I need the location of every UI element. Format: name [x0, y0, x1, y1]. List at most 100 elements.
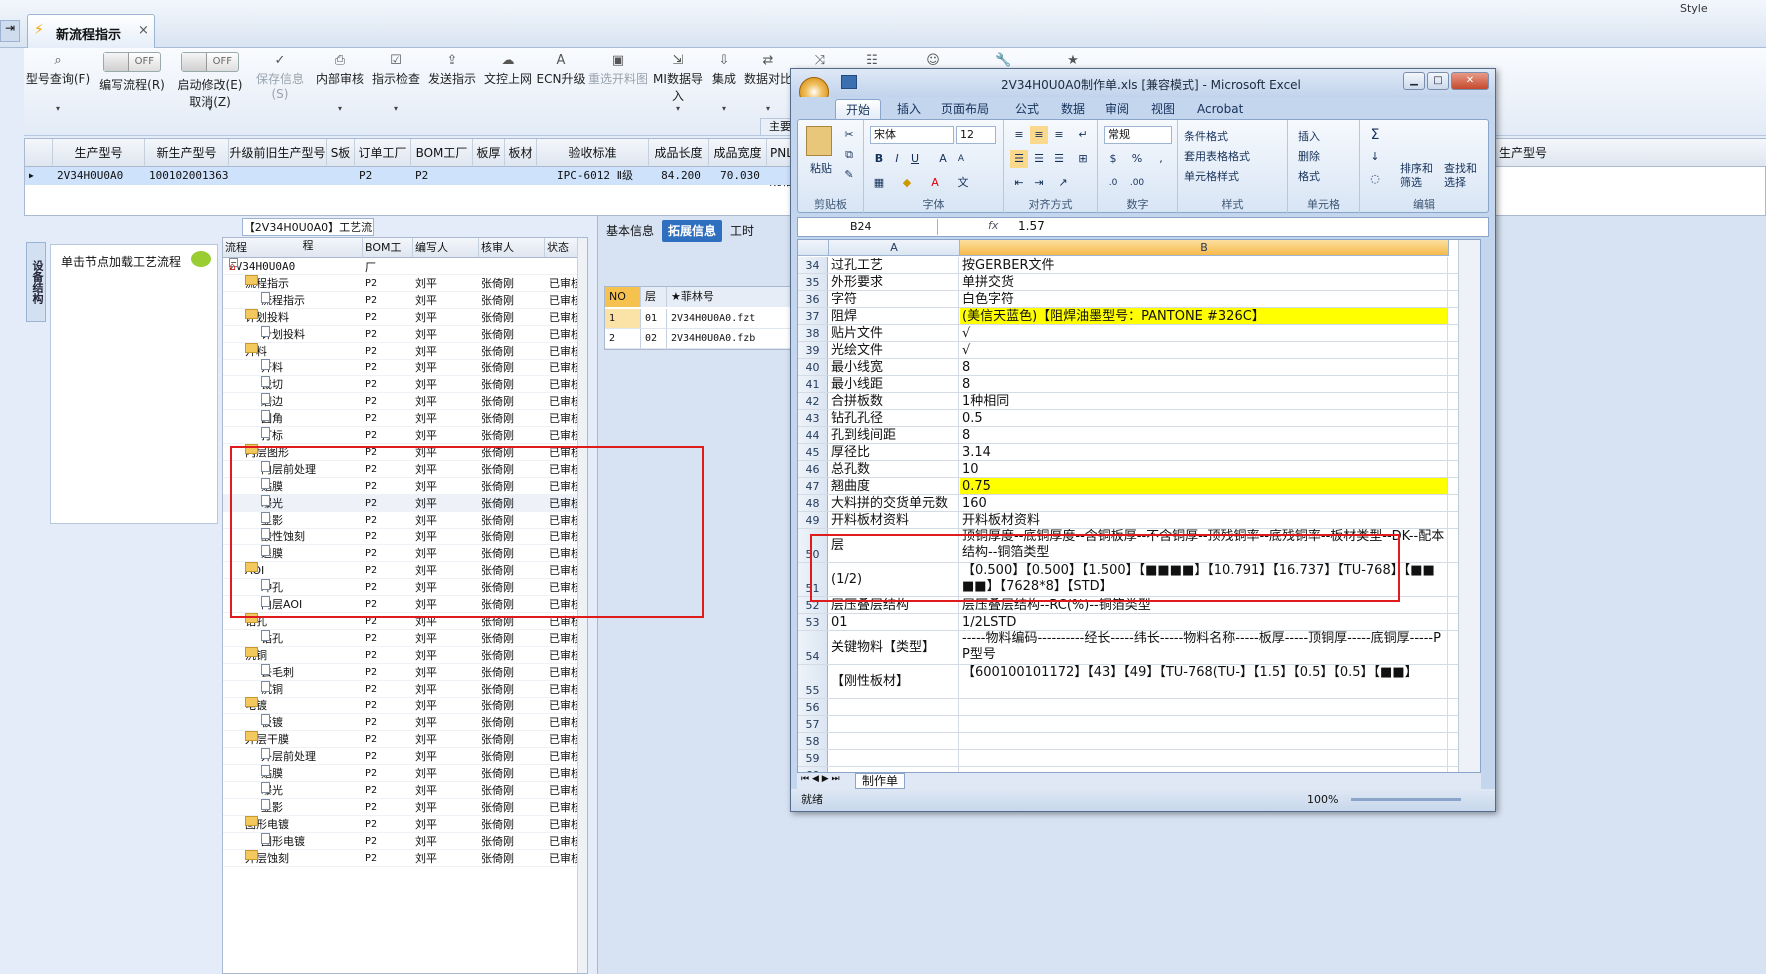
- sort-filter-button[interactable]: 排序和 筛选: [1400, 162, 1433, 190]
- ribbon-button-11[interactable]: ⇩ 集成 ▾: [706, 48, 742, 136]
- align-middle-icon[interactable]: ≡: [1030, 126, 1048, 144]
- cell-b[interactable]: 顶铜厚度--底铜厚度--含铜板厚--不含铜厚--顶残铜率--底残铜率--板材类型…: [960, 529, 1448, 562]
- cell-a[interactable]: 翘曲度: [829, 478, 959, 494]
- style-dropdown[interactable]: Style: [1680, 2, 1708, 15]
- tree-node[interactable]: 酸性蚀刻: [223, 528, 361, 545]
- fill-color-icon[interactable]: ◆: [898, 174, 916, 192]
- tree-row[interactable]: 显影 P2 刘平 张倚刚 已审核: [223, 511, 579, 529]
- tree-node[interactable]: 内层AOI: [223, 596, 361, 613]
- tree-row[interactable]: 外层前处理 P2 刘平 张倚刚 已审核: [223, 748, 579, 766]
- sheet-row[interactable]: 46 总孔数 10: [798, 461, 1458, 478]
- column-header[interactable]: 成品长度: [649, 139, 709, 167]
- tree-row[interactable]: 酸性蚀刻 P2 刘平 张倚刚 已审核: [223, 528, 579, 546]
- row-number[interactable]: 56: [798, 699, 828, 715]
- tree-node[interactable]: 图形电镀: [223, 832, 361, 850]
- sheet-row[interactable]: 58: [798, 733, 1458, 750]
- tree-node[interactable]: 开料: [223, 359, 361, 376]
- cell-a[interactable]: 外形要求: [829, 274, 959, 290]
- cell-b[interactable]: √: [960, 342, 1448, 358]
- tree-node[interactable]: 曝光: [223, 781, 361, 799]
- tree-node[interactable]: 外层前处理: [223, 748, 361, 765]
- cell-a[interactable]: 厚径比: [829, 444, 959, 460]
- cell-a[interactable]: 【刚性板材】: [829, 665, 959, 698]
- align-top-icon[interactable]: ≡: [1010, 126, 1028, 144]
- excel-tab[interactable]: Acrobat: [1187, 99, 1253, 119]
- sheet-row[interactable]: 50 层顶铜厚度--底铜厚度--含铜板厚--不含铜厚--顶残铜率--底残铜率--板…: [798, 529, 1458, 563]
- row-number[interactable]: 45: [798, 444, 828, 460]
- excel-tab[interactable]: 数据: [1051, 99, 1095, 119]
- tab-work-hours[interactable]: 工时: [724, 220, 760, 242]
- cell-b[interactable]: 开料板材资料: [960, 512, 1448, 528]
- column-header[interactable]: 新生产型号: [145, 139, 229, 167]
- column-header[interactable]: 板厚: [473, 139, 505, 167]
- format-painter-icon[interactable]: ✎: [840, 166, 858, 184]
- toggle-switch[interactable]: OFF: [103, 52, 161, 72]
- table-format-button[interactable]: 套用表格格式: [1184, 148, 1250, 164]
- tree-node[interactable]: 计划投料: [223, 325, 361, 343]
- cell-a[interactable]: 阻焊: [829, 308, 959, 324]
- ribbon-button-3[interactable]: ✓ 保存信息(S): [248, 48, 312, 136]
- cell-b[interactable]: 0.5: [960, 410, 1448, 426]
- cell-a[interactable]: 光绘文件: [829, 342, 959, 358]
- ribbon-button-6[interactable]: ⇪ 发送指示: [424, 48, 480, 136]
- sum-icon[interactable]: Σ: [1366, 126, 1384, 144]
- tree-node[interactable]: 钻孔: [223, 629, 361, 647]
- tree-column-header[interactable]: 编写人: [413, 238, 479, 258]
- tree-row[interactable]: −钻孔 P2 刘平 张倚刚 已审核: [223, 612, 579, 630]
- tab-basic-info[interactable]: 基本信息: [600, 220, 660, 242]
- delete-button[interactable]: 删除: [1298, 148, 1320, 164]
- row-number[interactable]: 43: [798, 410, 828, 426]
- sheet-row[interactable]: 48 大料拼的交货单元数 160: [798, 495, 1458, 512]
- tree-row[interactable]: −图形电镀 P2 刘平 张倚刚 已审核: [223, 815, 579, 833]
- minimize-button[interactable]: ▁: [1403, 72, 1425, 90]
- orientation-icon[interactable]: ↗: [1054, 174, 1072, 192]
- formula-input[interactable]: 1.57: [1018, 219, 1045, 233]
- film-cell[interactable]: 01: [641, 309, 667, 329]
- tree-node[interactable]: 退膜: [223, 545, 361, 562]
- cell-a[interactable]: 最小线距: [829, 376, 959, 392]
- align-right-icon[interactable]: ☰: [1050, 150, 1068, 168]
- cell-b[interactable]: 单拼交货: [960, 274, 1448, 290]
- column-header[interactable]: 订单工厂: [355, 139, 411, 167]
- align-center-icon[interactable]: ☰: [1030, 150, 1048, 168]
- tree-row[interactable]: 贴膜 P2 刘平 张倚刚 已审核: [223, 765, 579, 782]
- ribbon-button-2[interactable]: OFF 启动修改(E) 取消(Z) ▾: [172, 48, 248, 136]
- cell-a[interactable]: 钻孔孔径: [829, 410, 959, 426]
- dropdown-arrow-icon[interactable]: ▾: [172, 104, 248, 113]
- find-select-button[interactable]: 查找和 选择: [1444, 162, 1477, 190]
- sheet-row[interactable]: 42 合拼板数 1种相同: [798, 393, 1458, 410]
- tree-row[interactable]: −计划投料 P2 刘平 张倚刚 已审核: [223, 308, 579, 326]
- cell-a[interactable]: 总孔数: [829, 461, 959, 477]
- cell-a[interactable]: (1/2): [829, 563, 959, 596]
- tree-row[interactable]: 开料 P2 刘平 张倚刚 已审核: [223, 359, 579, 377]
- row-number[interactable]: 52: [798, 597, 828, 613]
- cell-b[interactable]: 白色字符: [960, 291, 1448, 307]
- column-header-b[interactable]: B: [960, 240, 1449, 256]
- cell-a[interactable]: 孔到线间距: [829, 427, 959, 443]
- row-number[interactable]: 47: [798, 478, 828, 494]
- cell-a[interactable]: 最小线宽: [829, 359, 959, 375]
- align-bottom-icon[interactable]: ≡: [1050, 126, 1068, 144]
- cell-b[interactable]: 【600100101172】【43】【49】【TU-768(TU-】【1.5】【…: [960, 665, 1448, 698]
- cell-a[interactable]: 过孔工艺: [829, 257, 959, 273]
- tree-node[interactable]: −流程指示: [223, 274, 361, 292]
- format-button[interactable]: 格式: [1298, 168, 1320, 184]
- font-color-icon[interactable]: A: [926, 174, 944, 192]
- ribbon-button-1[interactable]: OFF 编写流程(R): [92, 48, 172, 136]
- bold-icon[interactable]: B: [870, 150, 888, 168]
- excel-tab[interactable]: 公式: [1005, 99, 1049, 119]
- row-number[interactable]: 57: [798, 716, 828, 732]
- login-icon[interactable]: ⇥: [0, 20, 20, 42]
- sheet-nav-arrows[interactable]: ⏮ ◀ ▶ ⏭: [801, 774, 840, 784]
- row-number[interactable]: 59: [798, 750, 828, 766]
- sheet-tab-active[interactable]: 制作单: [855, 773, 906, 789]
- sheet-row[interactable]: 51 (1/2) 【0.500】【0.500】【1.500】【■■■■】【10.79…: [798, 563, 1458, 597]
- cell-b[interactable]: -----物料编码----------经长-----纬长-----物料名称---…: [960, 631, 1448, 664]
- sheet-row[interactable]: 44 孔到线间距 8: [798, 427, 1458, 444]
- row-number[interactable]: 58: [798, 733, 828, 749]
- sheet-row[interactable]: 35 外形要求 单拼交货: [798, 274, 1458, 291]
- tree-node[interactable]: −电镀: [223, 697, 361, 714]
- film-column-header[interactable]: ★菲林号: [667, 287, 795, 307]
- tree-row[interactable]: 裁切 P2 刘平 张倚刚 已审核: [223, 376, 579, 394]
- wrap-text-icon[interactable]: ↵: [1074, 126, 1092, 144]
